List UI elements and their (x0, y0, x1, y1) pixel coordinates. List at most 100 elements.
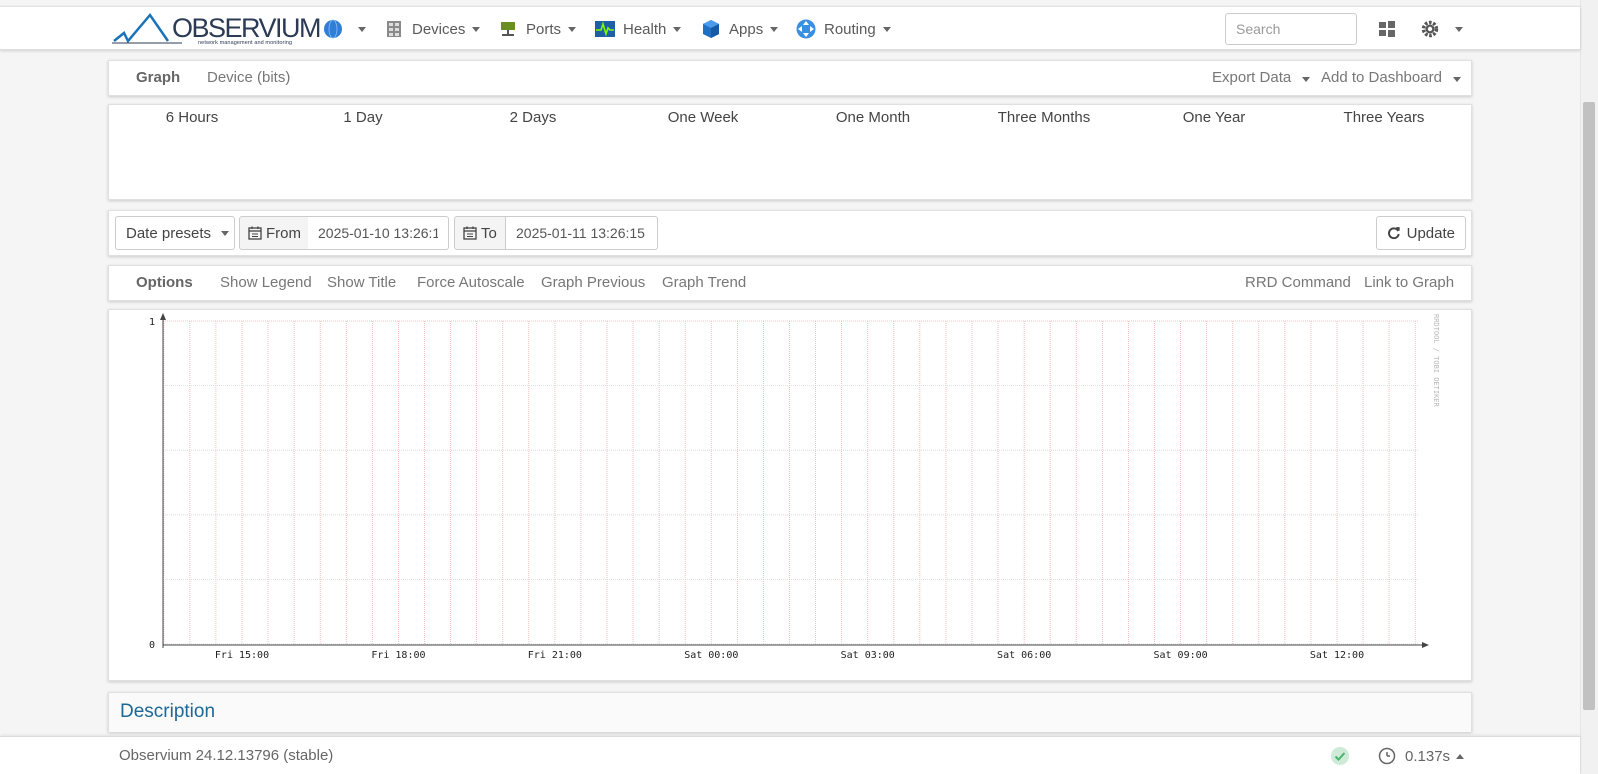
server-icon (387, 21, 401, 37)
from-addon: From (239, 216, 310, 250)
timeframe-panel: 6 Hours 1 Day 2 Days One Week One Month … (108, 104, 1472, 200)
page-scrollbar-thumb[interactable] (1583, 102, 1595, 710)
from-date-input[interactable] (308, 216, 449, 250)
clock-icon (1378, 747, 1396, 765)
y-axis-arrow (160, 313, 166, 320)
x-tick-label: Sat 12:00 (1310, 650, 1364, 661)
rrd-command-link[interactable]: RRD Command (1245, 266, 1351, 300)
from-label: From (266, 224, 301, 242)
graph-type-link[interactable]: Device (bits) (207, 61, 290, 95)
force-autoscale-link[interactable]: Force Autoscale (417, 266, 525, 300)
check-circle-icon[interactable] (1330, 746, 1350, 766)
chevron-up-icon (1456, 753, 1465, 759)
traffic-graph[interactable]: 0 1 Fri 15:00 Fri 18:00 Fri 21:00 Sat 00:00 Sa… (109, 310, 1471, 680)
chevron-down-icon (882, 26, 891, 32)
graph-previous-link[interactable]: Graph Previous (541, 266, 645, 300)
routing-icon (796, 19, 816, 39)
x-tick-label: Fri 21:00 (528, 650, 582, 661)
nav-health-label: Health (623, 20, 667, 38)
graph-tab-strip: Graph Device (bits) Export Data Add to D… (108, 60, 1472, 96)
timeframe-6-hours[interactable]: 6 Hours (107, 109, 277, 126)
graph-panel: 0 1 Fri 15:00 Fri 18:00 Fri 21:00 Sat 00:00 Sa… (108, 309, 1472, 681)
date-range-bar: Date presets From To Update (108, 210, 1472, 256)
to-label: To (481, 224, 497, 242)
chevron-down-icon (1453, 77, 1462, 82)
windows-icon (1379, 21, 1395, 37)
globe-icon (324, 19, 342, 39)
chevron-down-icon (1302, 77, 1311, 82)
refresh-icon (1388, 227, 1400, 240)
to-addon: To (454, 216, 506, 250)
timeframe-one-week[interactable]: One Week (618, 109, 788, 126)
timeframe-three-years[interactable]: Three Years (1299, 109, 1469, 126)
cube-icon (703, 20, 719, 38)
x-tick-label: Sat 03:00 (841, 650, 895, 661)
x-tick-label: Fri 15:00 (215, 650, 269, 661)
x-tick-label: Sat 06:00 (997, 650, 1051, 661)
timeframe-2-days[interactable]: 2 Days (448, 109, 618, 126)
page-timing-value: 0.137s (1405, 747, 1451, 765)
nav-devices[interactable]: Devices (384, 7, 481, 51)
network-port-icon (501, 22, 515, 36)
graph-trend-link[interactable]: Graph Trend (662, 266, 746, 300)
nav-health[interactable]: Health (595, 7, 682, 51)
update-label: Update (1406, 224, 1455, 242)
version-text: Observium 24.12.13796 (stable) (119, 747, 334, 764)
description-panel: Description (108, 692, 1472, 732)
search-input[interactable] (1225, 13, 1357, 45)
nav-apps[interactable]: Apps (701, 7, 779, 51)
logo-tagline: network management and monitoring (198, 40, 293, 46)
rrdtool-watermark: RRDTOOL / TOBI OETIKER (1432, 314, 1440, 408)
x-tick-label: Sat 00:00 (684, 650, 738, 661)
show-legend-link[interactable]: Show Legend (220, 266, 312, 300)
nav-ports[interactable]: Ports (498, 7, 577, 51)
options-title: Options (136, 274, 193, 291)
add-to-dashboard-label: Add to Dashboard (1321, 69, 1442, 86)
calendar-icon (248, 226, 262, 240)
chevron-down-icon (1455, 26, 1463, 32)
chevron-down-icon (770, 26, 779, 32)
to-date-input[interactable] (506, 216, 658, 250)
gear-icon (1421, 20, 1439, 38)
settings-menu[interactable] (1420, 7, 1463, 51)
chevron-down-icon (358, 26, 366, 32)
nav-apps-label: Apps (729, 20, 764, 38)
graph-tab-title: Graph (136, 69, 181, 86)
graph-options-strip: Options Show Legend Show Title Force Aut… (108, 265, 1472, 301)
chevron-down-icon (221, 230, 230, 236)
y-tick-label: 0 (149, 640, 155, 651)
nav-globe-menu[interactable] (323, 7, 366, 51)
x-tick-label: Fri 18:00 (371, 650, 425, 661)
observium-logo[interactable]: OBSERVIUM network management and monitor… (112, 11, 322, 47)
date-presets-label: Date presets (126, 224, 212, 242)
chevron-down-icon (568, 26, 577, 32)
y-tick-label: 1 (149, 317, 155, 328)
timeframe-three-months[interactable]: Three Months (959, 109, 1129, 126)
calendar-icon (463, 226, 477, 240)
timeframe-one-month[interactable]: One Month (788, 109, 958, 126)
page-timing[interactable]: 0.137s (1378, 747, 1465, 765)
chevron-down-icon (472, 26, 481, 32)
timeframe-1-day[interactable]: 1 Day (278, 109, 448, 126)
x-tick-label: Sat 09:00 (1153, 650, 1207, 661)
heartbeat-icon (595, 21, 615, 37)
windows-button[interactable] (1377, 7, 1405, 51)
date-presets-dropdown[interactable]: Date presets (115, 216, 235, 250)
chevron-down-icon (673, 26, 682, 32)
nav-routing[interactable]: Routing (796, 7, 891, 51)
export-data-label: Export Data (1212, 69, 1292, 86)
description-title: Description (120, 701, 216, 722)
show-title-link[interactable]: Show Title (327, 266, 396, 300)
logo-text: OBSERVIUM (172, 13, 322, 43)
add-to-dashboard-dropdown[interactable]: Add to Dashboard (1321, 61, 1462, 95)
nav-devices-label: Devices (412, 20, 466, 38)
link-to-graph-link[interactable]: Link to Graph (1364, 266, 1454, 300)
nav-ports-label: Ports (526, 20, 562, 38)
x-axis-arrow (1422, 642, 1429, 648)
nav-routing-label: Routing (824, 20, 876, 38)
footer-bar: Observium 24.12.13796 (stable) 0.137s (0, 736, 1580, 774)
export-data-dropdown[interactable]: Export Data (1212, 61, 1311, 95)
update-button[interactable]: Update (1376, 216, 1466, 250)
timeframe-one-year[interactable]: One Year (1129, 109, 1299, 126)
top-navbar: OBSERVIUM network management and monitor… (0, 6, 1580, 50)
